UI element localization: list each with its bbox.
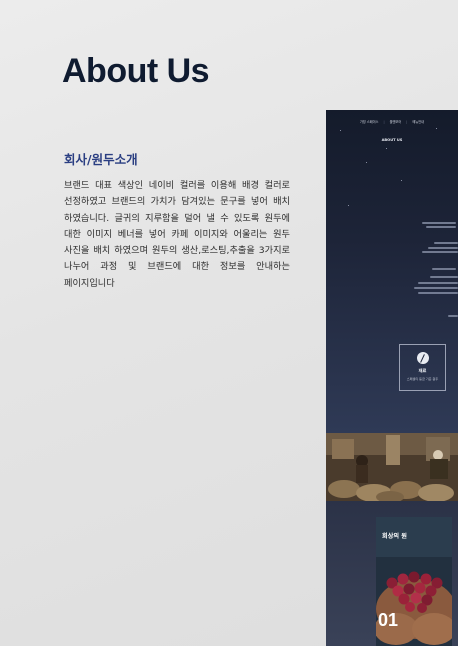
- hero-text-line: [428, 247, 458, 249]
- mockup-nav-item-2[interactable]: 올앤모어: [390, 119, 402, 124]
- star-dot: [348, 205, 349, 206]
- hero-text-line: [422, 222, 456, 224]
- info-box-ingredient[interactable]: 재료 스페셜티 등급 기준 원두: [399, 344, 446, 391]
- hero-text-line: [448, 315, 458, 317]
- star-dot: [386, 148, 387, 149]
- mockup-nav-item-1[interactable]: 가밍 스페이스: [360, 119, 379, 124]
- coffee-farm-illustration: [326, 433, 458, 501]
- mockup-hero-label: ABOUT US: [381, 138, 403, 142]
- nav-separator: |: [406, 119, 408, 124]
- hero-text-line: [414, 287, 458, 289]
- hero-text-line: [434, 242, 458, 244]
- info-box-subtitle: 스페셜티 등급 기준 원두: [406, 377, 439, 381]
- star-dot: [436, 128, 437, 129]
- star-dot: [340, 130, 341, 131]
- coffee-farm-photo: [326, 433, 458, 501]
- process-card-number: 01: [378, 610, 399, 630]
- page-title: About Us: [62, 52, 210, 90]
- info-box-title: 재료: [418, 368, 427, 373]
- nav-separator: |: [383, 119, 385, 124]
- description-text: 브랜드 대표 색상인 네이비 컬러를 이용해 배경 컬러로 선정하였고 브랜드의…: [64, 180, 290, 289]
- mockup-nav: 가밍 스페이스 | 올앤모어 | 메뉴안내: [326, 119, 458, 125]
- section-title: 회사/원두소개: [64, 152, 138, 167]
- hero-text-line: [430, 276, 458, 278]
- hero-text-line: [426, 226, 456, 228]
- website-mockup: 가밍 스페이스 | 올앤모어 | 메뉴안내 ABOUT US 재료 스페셜티 등…: [326, 110, 458, 646]
- hero-text-line: [418, 292, 458, 294]
- star-dot: [401, 180, 402, 181]
- hero-text-line: [422, 251, 458, 253]
- mockup-hero: 가밍 스페이스 | 올앤모어 | 메뉴안내 ABOUT US 재료 스페셜티 등…: [326, 110, 458, 433]
- process-card-label: 회상의 원: [382, 533, 407, 540]
- mockup-lower-section: 회상의 원 01: [326, 501, 458, 646]
- mockup-nav-item-3[interactable]: 메뉴안내: [412, 119, 424, 124]
- hero-text-line: [418, 282, 458, 284]
- coffee-bean-icon: [416, 352, 429, 364]
- star-dot: [366, 162, 367, 163]
- hero-text-line: [432, 268, 456, 270]
